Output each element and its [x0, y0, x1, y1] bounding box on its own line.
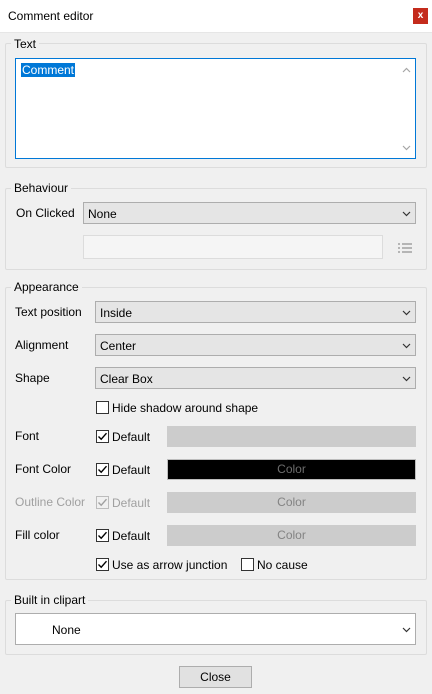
appearance-legend: Appearance	[11, 280, 82, 294]
checkmark-icon	[98, 560, 108, 569]
fill-color-default-checkbox[interactable]	[96, 529, 109, 542]
shape-select[interactable]: Clear Box	[95, 367, 416, 389]
chevron-down-icon	[402, 376, 411, 382]
on-clicked-label: On Clicked	[16, 206, 75, 220]
font-button[interactable]	[167, 426, 416, 447]
alignment-label: Alignment	[15, 338, 69, 352]
shape-value: Clear Box	[100, 372, 153, 386]
text-position-select[interactable]: Inside	[95, 301, 416, 323]
no-cause-checkbox[interactable]	[241, 558, 254, 571]
chevron-down-icon	[402, 627, 411, 633]
on-clicked-value: None	[88, 207, 117, 221]
font-color-default-checkbox[interactable]	[96, 463, 109, 476]
window-title: Comment editor	[8, 9, 94, 23]
comment-text: Comment	[21, 63, 76, 77]
close-button[interactable]: Close	[179, 666, 252, 688]
clipart-value: None	[52, 623, 81, 637]
hide-shadow-checkbox[interactable]	[96, 401, 109, 414]
fill-color-label: Fill color	[15, 528, 60, 542]
font-label: Font	[15, 429, 40, 443]
text-group-legend: Text	[11, 37, 40, 51]
font-color-button[interactable]: Color	[167, 459, 416, 480]
checkmark-icon	[98, 432, 108, 441]
scroll-down-icon[interactable]	[402, 145, 411, 151]
window-close-button[interactable]: x	[413, 8, 428, 24]
chevron-down-icon	[402, 310, 411, 316]
list-icon	[398, 243, 412, 253]
clipart-select[interactable]: None	[15, 613, 416, 645]
on-clicked-select[interactable]: None	[83, 202, 416, 224]
arrow-junction-label: Use as arrow junction	[112, 558, 228, 572]
font-default-checkbox[interactable]	[96, 430, 109, 443]
font-color-label: Font Color	[15, 462, 72, 476]
close-icon: x	[417, 10, 424, 21]
no-cause-label: No cause	[257, 558, 308, 572]
scroll-up-icon[interactable]	[402, 67, 411, 73]
checkmark-icon	[98, 531, 108, 540]
text-position-label: Text position	[15, 305, 82, 319]
alignment-value: Center	[100, 339, 137, 353]
action-target-field	[83, 235, 383, 259]
outline-color-label: Outline Color	[15, 495, 86, 509]
text-position-value: Inside	[100, 306, 133, 320]
textarea-scrollbar[interactable]	[399, 60, 414, 157]
chevron-down-icon	[402, 343, 411, 349]
checkmark-icon	[98, 498, 108, 507]
alignment-select[interactable]: Center	[95, 334, 416, 356]
behaviour-legend: Behaviour	[11, 181, 72, 195]
font-default-label: Default	[112, 430, 151, 444]
font-color-default-label: Default	[112, 463, 151, 477]
shape-label: Shape	[15, 371, 50, 385]
outline-color-button: Color	[167, 492, 416, 513]
outline-color-default-label: Default	[112, 496, 151, 510]
title-bar: Comment editor x	[0, 0, 432, 33]
hide-shadow-label: Hide shadow around shape	[112, 401, 259, 415]
outline-color-default-checkbox	[96, 496, 109, 509]
chevron-down-icon	[402, 211, 411, 217]
comment-textarea[interactable]: Comment	[15, 58, 416, 159]
fill-color-button[interactable]: Color	[167, 525, 416, 546]
checkmark-icon	[98, 465, 108, 474]
arrow-junction-checkbox[interactable]	[96, 558, 109, 571]
fill-color-default-label: Default	[112, 529, 151, 543]
clipart-legend: Built in clipart	[11, 593, 89, 607]
